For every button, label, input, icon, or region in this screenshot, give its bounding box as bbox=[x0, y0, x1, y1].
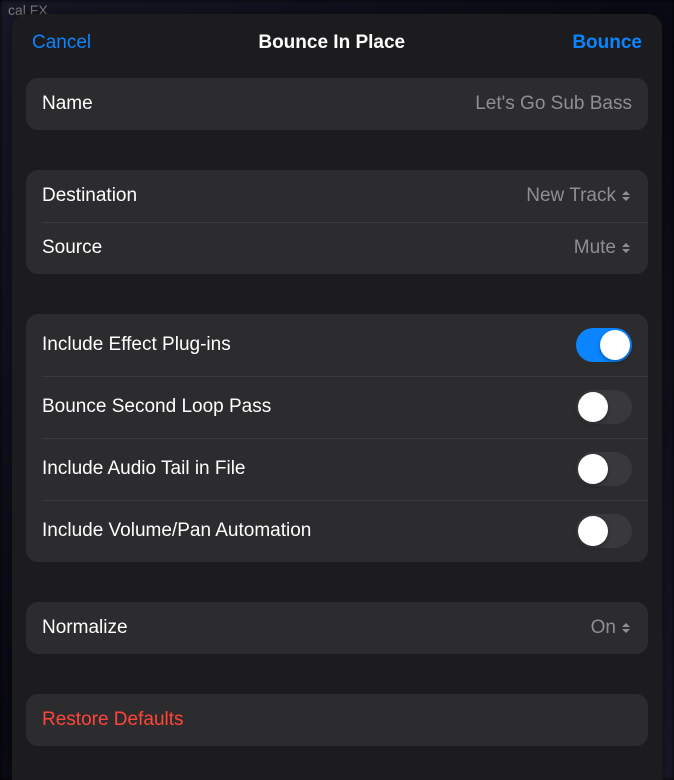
restore-group: Restore Defaults bbox=[26, 694, 648, 746]
normalize-label: Normalize bbox=[42, 617, 128, 639]
option-label: Include Audio Tail in File bbox=[42, 458, 246, 480]
normalize-row[interactable]: Normalize On bbox=[26, 602, 648, 654]
routing-group: Destination New Track Source Mute bbox=[26, 170, 648, 274]
normalize-value: On bbox=[591, 617, 616, 639]
option-label: Include Volume/Pan Automation bbox=[42, 520, 311, 542]
destination-picker[interactable]: New Track bbox=[526, 185, 632, 207]
include-volume-pan-toggle[interactable] bbox=[576, 514, 632, 548]
bounce-in-place-sheet: Cancel Bounce In Place Bounce Name Desti… bbox=[12, 14, 662, 780]
options-group: Include Effect Plug-ins Bounce Second Lo… bbox=[26, 314, 648, 562]
cancel-button[interactable]: Cancel bbox=[30, 28, 93, 58]
name-input[interactable] bbox=[332, 93, 632, 115]
destination-value: New Track bbox=[526, 185, 616, 207]
updown-icon bbox=[622, 188, 632, 204]
include-effect-plugins-toggle[interactable] bbox=[576, 328, 632, 362]
name-row[interactable]: Name bbox=[26, 78, 648, 130]
include-audio-tail-toggle[interactable] bbox=[576, 452, 632, 486]
sheet-title: Bounce In Place bbox=[258, 32, 405, 54]
name-label: Name bbox=[42, 93, 93, 115]
include-volume-pan-row: Include Volume/Pan Automation bbox=[42, 500, 648, 562]
restore-defaults-row[interactable]: Restore Defaults bbox=[26, 694, 648, 746]
source-row[interactable]: Source Mute bbox=[42, 222, 648, 274]
include-effect-plugins-row: Include Effect Plug-ins bbox=[26, 314, 648, 376]
restore-defaults-button[interactable]: Restore Defaults bbox=[42, 709, 184, 731]
updown-icon bbox=[622, 240, 632, 256]
source-picker[interactable]: Mute bbox=[574, 237, 632, 259]
normalize-group: Normalize On bbox=[26, 602, 648, 654]
destination-row[interactable]: Destination New Track bbox=[26, 170, 648, 222]
sheet-header: Cancel Bounce In Place Bounce bbox=[12, 14, 662, 78]
bounce-second-loop-toggle[interactable] bbox=[576, 390, 632, 424]
source-value: Mute bbox=[574, 237, 616, 259]
include-audio-tail-row: Include Audio Tail in File bbox=[42, 438, 648, 500]
option-label: Include Effect Plug-ins bbox=[42, 334, 231, 356]
destination-label: Destination bbox=[42, 185, 137, 207]
normalize-picker[interactable]: On bbox=[591, 617, 632, 639]
source-label: Source bbox=[42, 237, 102, 259]
bounce-button[interactable]: Bounce bbox=[570, 28, 644, 58]
name-group: Name bbox=[26, 78, 648, 130]
bounce-second-loop-row: Bounce Second Loop Pass bbox=[42, 376, 648, 438]
updown-icon bbox=[622, 620, 632, 636]
option-label: Bounce Second Loop Pass bbox=[42, 396, 271, 418]
